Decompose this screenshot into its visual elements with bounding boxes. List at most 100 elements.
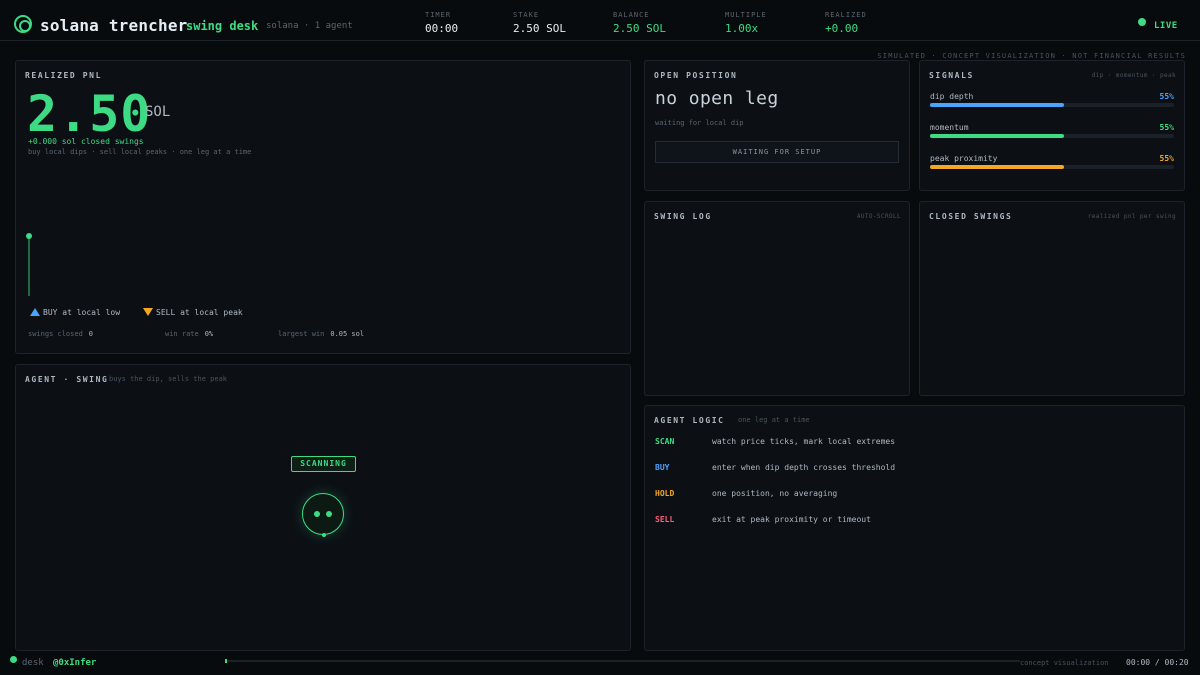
desk-meta: solana · 1 agent xyxy=(266,21,353,31)
footer-time: 00:00 / 00:20 xyxy=(1126,658,1189,667)
pnl-subline: +0.000 sol closed swings xyxy=(28,137,144,146)
stat-value: 0.05 sol xyxy=(330,330,365,338)
signals-panel: SIGNALS dip · momentum · peak dip depth … xyxy=(919,60,1185,191)
signal-bar-fill xyxy=(930,134,1065,138)
signal-label: peak proximity xyxy=(930,154,998,163)
panel-hint: one leg at a time xyxy=(738,416,810,424)
stat-label: STAKE xyxy=(513,11,540,19)
agent-bot-icon xyxy=(302,493,344,537)
logic-desc: watch price ticks, mark local extremes xyxy=(712,437,896,446)
stat-label: TIMER xyxy=(425,11,452,19)
signal-peak-proximity: peak proximity 55% xyxy=(930,154,1174,169)
stat-label: REALIZED xyxy=(825,11,867,19)
panel-title: SIGNALS xyxy=(929,71,974,80)
legend-buy-label: BUY at local low xyxy=(43,308,121,317)
live-indicator-icon xyxy=(1138,18,1146,26)
sell-triangle-icon xyxy=(143,308,153,316)
panel-title: REALIZED PNL xyxy=(25,71,102,80)
stat-swings-closed: swings closed 0 xyxy=(28,330,93,338)
realized-pnl-panel: REALIZED PNL 2.50 SOL +0.000 sol closed … xyxy=(15,60,631,354)
bot-eye-icon xyxy=(326,511,332,517)
panel-title: AGENT · SWING xyxy=(25,375,109,384)
agent-panel: AGENT · SWING buys the dip, sells the pe… xyxy=(15,364,631,651)
stat-value: 2.50 SOL xyxy=(513,22,566,35)
footer-handle-link[interactable]: @0xInfer xyxy=(53,658,96,668)
signal-bar-fill xyxy=(930,103,1065,107)
stat-value: +0.00 xyxy=(825,22,859,35)
logic-row-hold: HOLD one position, no averaging xyxy=(655,489,837,498)
logic-key: SCAN xyxy=(655,437,675,446)
footer-concept-label: concept visualization xyxy=(1020,659,1109,667)
signal-pct: 55% xyxy=(1159,123,1174,132)
logic-desc: exit at peak proximity or timeout xyxy=(712,515,871,524)
stat-label: BALANCE xyxy=(613,11,650,19)
logic-key: BUY xyxy=(655,463,670,472)
signal-dip-depth: dip depth 55% xyxy=(930,92,1174,107)
playback-timeline[interactable] xyxy=(225,659,1020,663)
closed-swings-panel: CLOSED SWINGS realized pnl per swing xyxy=(919,201,1185,396)
panel-hint: dip · momentum · peak xyxy=(1091,72,1176,79)
app-title: solana trencher xyxy=(40,16,188,35)
signal-pct: 55% xyxy=(1159,154,1174,163)
open-position-status: no open leg xyxy=(655,88,779,109)
swing-log-panel[interactable]: SWING LOG AUTO-SCROLL xyxy=(644,201,910,396)
bot-tail-icon xyxy=(322,533,326,537)
desk-name: swing desk xyxy=(186,19,259,33)
logic-row-sell: SELL exit at peak proximity or timeout xyxy=(655,515,871,524)
disclaimer: SIMULATED · CONCEPT VISUALIZATION · NOT … xyxy=(877,52,1186,60)
signal-bar-track xyxy=(930,165,1174,169)
bot-eye-icon xyxy=(314,511,320,517)
footer-desk-label: desk xyxy=(22,658,44,668)
stat-label: swings closed xyxy=(28,330,83,338)
stat-value: 1.00x xyxy=(725,22,759,35)
legend-buy: BUY at local low xyxy=(30,308,120,317)
legend-sell-label: SELL at local peak xyxy=(156,308,243,317)
signal-label: dip depth xyxy=(930,92,974,101)
panel-title: SWING LOG xyxy=(654,212,712,221)
signal-bar-fill xyxy=(930,165,1065,169)
agent-logic-panel: AGENT LOGIC one leg at a time SCAN watch … xyxy=(644,405,1185,651)
stat-stake: STAKE 2.50 SOL xyxy=(513,11,566,35)
signal-momentum: momentum 55% xyxy=(930,123,1174,138)
stat-label: MULTIPLE xyxy=(725,11,767,19)
panel-hint: AUTO-SCROLL xyxy=(856,213,901,220)
stat-realized: REALIZED +0.00 xyxy=(825,11,867,35)
stat-value: 0 xyxy=(88,330,94,338)
pnl-value: 2.50 xyxy=(27,85,152,143)
signal-bar-track xyxy=(930,134,1174,138)
stat-balance: BALANCE 2.50 SOL xyxy=(613,11,666,35)
logic-desc: one position, no averaging xyxy=(712,489,838,498)
open-position-panel: OPEN POSITION no open leg waiting for lo… xyxy=(644,60,910,191)
stat-label: largest win xyxy=(278,330,325,338)
pnl-sparkline xyxy=(28,236,30,296)
signal-label: momentum xyxy=(930,123,969,132)
stat-win-rate: win rate 0% xyxy=(165,330,213,338)
panel-title: OPEN POSITION xyxy=(654,71,738,80)
waiting-for-setup-button[interactable]: WAITING FOR SETUP xyxy=(655,141,899,163)
logic-desc: enter when dip depth crosses threshold xyxy=(712,463,896,472)
timeline-playhead[interactable] xyxy=(225,659,227,663)
stat-largest-win: largest win 0.05 sol xyxy=(278,330,364,338)
logic-row-scan: SCAN watch price ticks, mark local extrem… xyxy=(655,437,895,446)
stat-multiple: MULTIPLE 1.00x xyxy=(725,11,767,35)
pnl-tagline: buy local dips · sell local peaks · one … xyxy=(28,148,252,156)
signal-bar-track xyxy=(930,103,1174,107)
footer-status-icon xyxy=(10,656,17,663)
top-bar: solana trencher swing desk solana · 1 ag… xyxy=(0,0,1200,41)
panel-hint: realized pnl per swing xyxy=(1087,213,1176,220)
stat-value: 2.50 SOL xyxy=(613,22,666,35)
stat-timer: TIMER 00:00 xyxy=(425,11,458,35)
panel-title: AGENT LOGIC xyxy=(654,416,725,425)
legend-sell: SELL at local peak xyxy=(143,308,243,317)
pnl-sparkline-head-icon xyxy=(26,233,32,239)
open-position-sub: waiting for local dip xyxy=(655,119,744,127)
stat-value: 0% xyxy=(204,330,214,338)
buy-triangle-icon xyxy=(30,308,40,316)
panel-title: CLOSED SWINGS xyxy=(929,212,1013,221)
agent-subtitle: buys the dip, sells the peak xyxy=(109,375,228,383)
stat-label: win rate xyxy=(165,330,199,338)
logic-key: HOLD xyxy=(655,489,675,498)
logic-key: SELL xyxy=(655,515,675,524)
pnl-unit: SOL xyxy=(145,104,171,120)
signal-pct: 55% xyxy=(1159,92,1174,101)
